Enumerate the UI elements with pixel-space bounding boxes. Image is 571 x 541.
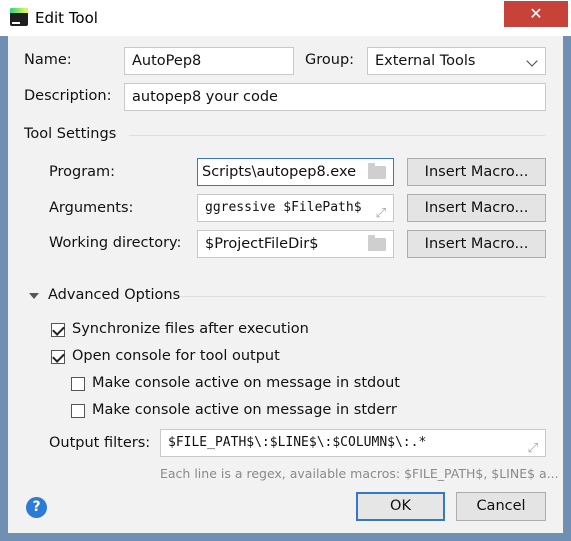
working-directory-label: Working directory: (49, 235, 182, 251)
tool-settings-heading: Tool Settings (24, 126, 117, 142)
program-input[interactable]: Scripts\autopep8.exe (197, 158, 394, 186)
folder-icon[interactable] (368, 163, 386, 179)
insert-macro-button-arguments[interactable]: Insert Macro... (407, 194, 546, 222)
group-label: Group: (305, 52, 355, 68)
dialog-body: Name: AutoPep8 Group: External Tools Des… (8, 36, 563, 533)
open-console-checkbox[interactable] (51, 350, 65, 364)
insert-macro-button-working-dir[interactable]: Insert Macro... (407, 230, 546, 258)
open-console-label[interactable]: Open console for tool output (72, 348, 280, 364)
description-input[interactable]: autopep8 your code (124, 83, 546, 111)
folder-icon[interactable] (368, 235, 386, 251)
close-button[interactable]: ✕ (504, 1, 568, 27)
arguments-input-value: ggressive $FilePath$ (205, 200, 362, 215)
cancel-button[interactable]: Cancel (456, 492, 546, 521)
active-stderr-label[interactable]: Make console active on message in stderr (92, 402, 397, 418)
advanced-options-heading[interactable]: Advanced Options (48, 287, 180, 303)
program-label: Program: (49, 164, 116, 180)
active-stdout-checkbox[interactable] (71, 377, 85, 391)
advanced-options-separator (180, 296, 545, 297)
ok-button[interactable]: OK (356, 492, 445, 521)
output-filters-input[interactable]: $FILE_PATH$\:$LINE$\:$COLUMN$\:.* ⤢ (160, 429, 546, 457)
output-filters-label: Output filters: (49, 435, 151, 451)
description-label: Description: (24, 88, 112, 104)
collapse-triangle-icon[interactable] (29, 293, 39, 299)
sync-files-label[interactable]: Synchronize files after execution (72, 321, 309, 337)
arguments-input[interactable]: ggressive $FilePath$ ⤢ (197, 194, 394, 222)
expand-icon[interactable]: ⤢ (528, 436, 538, 456)
window-title: Edit Tool (35, 9, 98, 27)
group-select[interactable]: External Tools (367, 47, 546, 75)
active-stderr-checkbox[interactable] (71, 404, 85, 418)
name-label: Name: (24, 52, 72, 68)
name-input[interactable]: AutoPep8 (124, 47, 294, 75)
tool-settings-separator (129, 135, 545, 136)
expand-icon[interactable]: ⤢ (376, 201, 386, 221)
title-bar: Edit Tool ✕ (0, 0, 571, 36)
output-filters-value: $FILE_PATH$\:$LINE$\:$COLUMN$\:.* (168, 435, 427, 450)
arguments-label: Arguments: (49, 200, 134, 216)
insert-macro-button-program[interactable]: Insert Macro... (407, 158, 546, 186)
sync-files-checkbox[interactable] (51, 323, 65, 337)
group-select-value: External Tools (375, 53, 476, 69)
help-icon[interactable]: ? (26, 497, 47, 518)
program-input-value: Scripts\autopep8.exe (202, 164, 357, 180)
pycharm-app-icon (10, 8, 28, 26)
active-stdout-label[interactable]: Make console active on message in stdout (92, 375, 400, 391)
working-directory-input[interactable]: $ProjectFileDir$ (197, 230, 394, 258)
output-filters-hint: Each line is a regex, available macros: … (160, 466, 559, 481)
chevron-down-icon (526, 55, 538, 67)
edit-tool-dialog: Edit Tool ✕ Name: AutoPep8 Group: Extern… (0, 0, 571, 541)
working-directory-value: $ProjectFileDir$ (205, 236, 319, 252)
